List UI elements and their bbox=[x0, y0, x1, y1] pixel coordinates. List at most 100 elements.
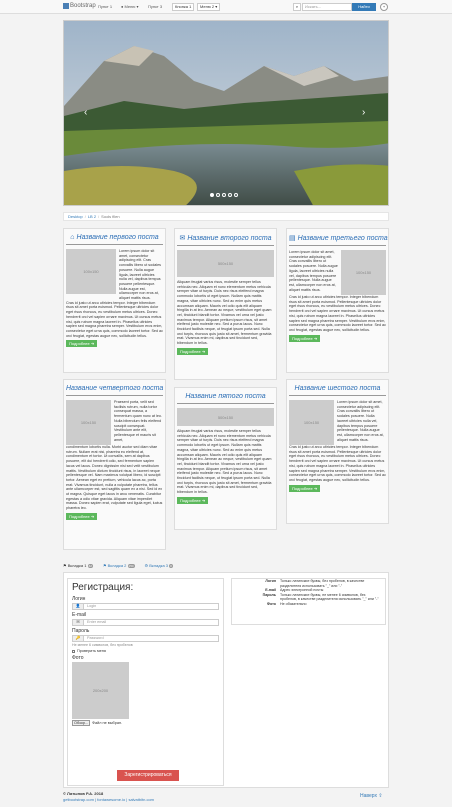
checkbox-icon bbox=[72, 649, 75, 653]
post-more-label-2: Подробнее bbox=[180, 348, 201, 354]
brand[interactable]: Bootstrap bbox=[63, 3, 96, 9]
post-card-4: Название четвертого поста 100x150 Praese… bbox=[63, 379, 166, 550]
nav-menu[interactable]: ● Меню ▾ bbox=[121, 4, 138, 9]
email-placeholder: Enter email bbox=[87, 620, 107, 624]
indicator-2[interactable] bbox=[216, 193, 220, 197]
brand-text: Bootstrap bbox=[70, 3, 96, 9]
post-more-button-5[interactable]: Подробнее ➔ bbox=[177, 496, 209, 504]
carousel-prev-icon[interactable]: ‹ bbox=[84, 107, 87, 118]
post-more-button-2[interactable]: Подробнее ➔ bbox=[177, 347, 209, 355]
post-more-label-1: Подробнее bbox=[69, 341, 90, 347]
indicator-3[interactable] bbox=[222, 193, 226, 197]
tab-2-badge: 154 bbox=[127, 564, 135, 568]
tab-1[interactable]: ⚑ Вкладка 1 42 bbox=[63, 563, 93, 568]
file-status: Файл не выбран. bbox=[92, 721, 123, 725]
post-title-3-text: Название третьего поста bbox=[297, 235, 388, 242]
button-1[interactable]: Кнопка 1 bbox=[172, 3, 195, 11]
post-title-2[interactable]: ✉ Название второго поста bbox=[177, 231, 274, 246]
password-label: Пароль bbox=[72, 628, 90, 634]
tab-3-badge: 0 bbox=[169, 564, 173, 568]
password-placeholder: Password bbox=[87, 636, 104, 640]
indicator-5[interactable] bbox=[234, 193, 238, 197]
post-image-6: 100x150 bbox=[289, 400, 334, 445]
tab-3-label: Вкладка 3 bbox=[149, 563, 169, 568]
envelope-icon: ✉ bbox=[73, 620, 84, 625]
plus-icon[interactable]: + bbox=[380, 3, 388, 11]
post-side-text-4: Praesent porta, velit sed facilisis rutr… bbox=[114, 400, 162, 442]
file-browse-button[interactable]: Обзор... bbox=[72, 720, 91, 726]
post-more-button-1[interactable]: Подробнее ➔ bbox=[66, 340, 98, 348]
post-side-text-1: Lorem ipsum dolor sit amet, consectetur … bbox=[119, 249, 162, 301]
tab-panel: Регистрация: Логин 👤 Login E-mail ✉ Enter … bbox=[63, 572, 389, 788]
post-side-text-3: Lorem ipsum dolor sit amet, consectetur … bbox=[289, 250, 338, 292]
post-title-6[interactable]: Название шестого поста bbox=[289, 382, 386, 396]
tab-3[interactable]: ⚙ Вкладка 3 0 bbox=[145, 563, 173, 568]
home-icon: ⌂ bbox=[70, 234, 75, 241]
search-icon[interactable]: ⌕ bbox=[293, 3, 301, 11]
post-more-label-6: Подробнее bbox=[292, 485, 313, 491]
post-image-4: 100x150 bbox=[66, 400, 111, 445]
menu2-dropdown[interactable]: Меню 2 ▾ bbox=[197, 3, 221, 11]
tab-1-badge: 42 bbox=[87, 564, 93, 568]
post-title-4[interactable]: Название четвертого поста bbox=[66, 382, 163, 396]
post-title-2-text: Название второго поста bbox=[187, 235, 272, 242]
login-field[interactable]: 👤 Login bbox=[72, 603, 219, 610]
remember-checkbox[interactable]: Проверить меня bbox=[72, 649, 219, 653]
post-text-3: Cras id justo ut arcu ultricies tempor. … bbox=[289, 295, 386, 332]
post-card-1: ⌂ Название первого поста 100x150 Lorem ip… bbox=[63, 228, 166, 373]
breadcrumb: Desktop / LB 2/Sools filen bbox=[63, 212, 389, 221]
envelope-icon: ✉ bbox=[179, 235, 186, 242]
registration-title: Регистрация: bbox=[72, 582, 134, 593]
post-more-button-6[interactable]: Подробнее ➔ bbox=[289, 484, 321, 492]
menu2-label: Меню 2 bbox=[200, 4, 215, 9]
search-button[interactable]: Найти bbox=[352, 3, 376, 11]
breadcrumb-home[interactable]: Desktop bbox=[68, 214, 83, 219]
register-button[interactable]: Зарегистрироваться bbox=[117, 770, 179, 781]
info-row-photo: Фото Не обязательно bbox=[232, 602, 385, 607]
tab-2[interactable]: ⚑ Вкладка 2 154 bbox=[103, 563, 135, 568]
search-input[interactable]: Искать... bbox=[302, 3, 352, 11]
indicator-1[interactable] bbox=[210, 193, 214, 197]
post-image-5: 500x150 bbox=[177, 408, 274, 426]
landscape-image bbox=[64, 21, 388, 205]
post-text-1: Cras id justo ut arcu ultricies tempor. … bbox=[66, 300, 163, 338]
footer: © Латыпов Р.А. 2018 getbootstrap.com | f… bbox=[63, 791, 154, 802]
carousel-next-icon[interactable]: › bbox=[362, 107, 365, 118]
info-key-password: Пароль bbox=[262, 592, 276, 597]
post-card-3: ▤ Название третьего поста Lorem ipsum dol… bbox=[286, 228, 389, 373]
nav-item-3[interactable]: Пункт 3 bbox=[148, 4, 162, 9]
brand-logo-icon bbox=[63, 3, 69, 9]
post-text-5: Aliquam feugiat varius risus, molestie s… bbox=[177, 429, 272, 495]
post-more-button-4[interactable]: Подробнее ➔ bbox=[66, 512, 98, 520]
info-value-login: Только латинские буквы, без пробелов, в … bbox=[280, 579, 365, 588]
email-field[interactable]: ✉ Enter email bbox=[72, 619, 219, 626]
post-card-5: Название пятого поста 500x150 Aliquam fe… bbox=[174, 387, 277, 530]
info-key-login: Логин bbox=[265, 579, 276, 583]
photo-label: Фото bbox=[72, 655, 84, 661]
post-more-button-3[interactable]: Подробнее ➔ bbox=[289, 334, 321, 342]
footer-links[interactable]: getbootstrap.com | fontawesome.io | salv… bbox=[63, 797, 154, 802]
post-title-1[interactable]: ⌂ Название первого поста bbox=[66, 231, 163, 245]
post-text-2: Aliquam feugiat varius risus, molestie s… bbox=[177, 280, 272, 346]
login-placeholder: Login bbox=[87, 604, 97, 608]
info-key-photo: Фото bbox=[266, 601, 276, 606]
info-value-photo: Не обязательно bbox=[280, 601, 307, 606]
user-icon: 👤 bbox=[73, 604, 84, 609]
indicator-4[interactable] bbox=[228, 193, 232, 197]
post-title-3[interactable]: ▤ Название третьего поста bbox=[289, 231, 388, 246]
carousel-indicators bbox=[210, 193, 238, 197]
post-image-1: 100x150 bbox=[66, 249, 116, 294]
key-icon: 🔑 bbox=[73, 636, 84, 641]
password-field[interactable]: 🔑 Password bbox=[72, 635, 219, 642]
info-value-password: Только латинские буквы, не менее 6 симво… bbox=[280, 592, 379, 602]
breadcrumb-current: Sools filen bbox=[101, 214, 120, 219]
back-to-top-link[interactable]: Наверх ⇧ bbox=[360, 793, 383, 799]
post-text-4: condimentum lobortis nulla. Morbi auctor… bbox=[66, 445, 163, 511]
post-title-5[interactable]: Название пятого поста bbox=[177, 390, 274, 404]
tabs: ⚑ Вкладка 1 42 ⚑ Вкладка 2 154 ⚙ Вкладка… bbox=[63, 563, 173, 568]
breadcrumb-lb2[interactable]: LB 2 bbox=[88, 214, 96, 219]
photo-placeholder: 200x200 bbox=[72, 662, 129, 719]
post-image-2: 500x150 bbox=[177, 250, 274, 277]
tab-1-label: Вкладка 1 bbox=[67, 563, 87, 568]
nav-item-1[interactable]: Пункт 1 bbox=[98, 4, 112, 9]
